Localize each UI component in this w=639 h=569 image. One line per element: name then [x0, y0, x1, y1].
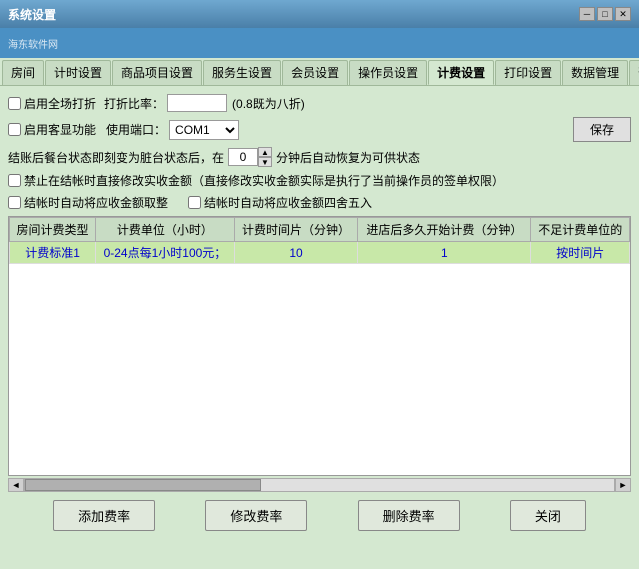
enable-display-label[interactable]: 启用客显功能: [8, 121, 96, 138]
enable-display-checkbox[interactable]: [8, 123, 21, 136]
table-row[interactable]: 计费标准1 0-24点每1小时100元； 10 1 按时间片: [10, 242, 630, 264]
tab-reservation[interactable]: 预订设置: [629, 60, 639, 85]
row-rounding: 结帐时自动将应收金额取整 结帐时自动将应收金额四舍五入: [8, 194, 631, 211]
row-auto-restore: 结账后餐台状态即刻变为脏台状态后，在 ▲ ▼ 分钟后自动恢复为可供状态: [8, 147, 631, 167]
delete-rate-button[interactable]: 删除费率: [358, 500, 460, 531]
tab-data[interactable]: 数据管理: [562, 60, 628, 85]
checkout-label: 结账后餐台状态即刻变为脏台状态后，在: [8, 149, 224, 166]
cell-startdelay: 1: [358, 242, 531, 264]
close-button[interactable]: 关闭: [510, 500, 586, 531]
row-customer-display: 启用客显功能 使用端口： COM1 COM2 COM3 COM4 保存: [8, 117, 631, 142]
spinner-up-button[interactable]: ▲: [258, 147, 272, 157]
spinner-down-button[interactable]: ▼: [258, 157, 272, 167]
edit-rate-button[interactable]: 修改费率: [205, 500, 307, 531]
cell-timeslice: 10: [234, 242, 357, 264]
horizontal-scrollbar[interactable]: [24, 478, 615, 492]
port-select[interactable]: COM1 COM2 COM3 COM4: [169, 120, 239, 140]
tab-operator[interactable]: 操作员设置: [349, 60, 427, 85]
round-receivable-text: 结帐时自动将应收金额取整: [24, 194, 168, 211]
content-area: 启用全场打折 打折比率： (0.8既为八折) 启用客显功能 使用端口： COM1…: [0, 86, 639, 539]
row-prohibit-modify: 禁止在结帐时直接修改实收金额（直接修改实收金额实际是执行了当前操作员的签单权限）: [8, 172, 631, 189]
add-rate-button[interactable]: 添加费率: [53, 500, 155, 531]
checkout-suffix: 分钟后自动恢复为可供状态: [276, 149, 420, 166]
discount-hint: (0.8既为八折): [232, 95, 305, 112]
round-receivable-label[interactable]: 结帐时自动将应收金额取整: [8, 194, 168, 211]
tab-products[interactable]: 商品项目设置: [112, 60, 202, 85]
cell-remainder: 按时间片: [531, 242, 630, 264]
tab-timing[interactable]: 计时设置: [45, 60, 111, 85]
minimize-button[interactable]: ─: [579, 7, 595, 21]
round-receivable-checkbox[interactable]: [8, 196, 21, 209]
tab-print[interactable]: 打印设置: [495, 60, 561, 85]
title-bar: 系统设置 ─ □ ✕: [0, 0, 639, 28]
enable-discount-checkbox[interactable]: [8, 97, 21, 110]
prohibit-modify-label[interactable]: 禁止在结帐时直接修改实收金额（直接修改实收金额实际是执行了当前操作员的签单权限）: [8, 172, 504, 189]
maximize-button[interactable]: □: [597, 7, 613, 21]
discount-rate-input[interactable]: [167, 94, 227, 112]
col-startdelay: 进店后多久开始计费（分钟）: [358, 218, 531, 242]
bottom-buttons: 添加费率 修改费率 删除费率 关闭: [8, 500, 631, 531]
discount-rate-label: 打折比率：: [104, 95, 164, 112]
scrollbar-area: ◄ ►: [8, 478, 631, 492]
spinner-buttons: ▲ ▼: [258, 147, 272, 167]
round-halfup-label[interactable]: 结帐时自动将应收金额四舍五入: [188, 194, 372, 211]
enable-discount-text: 启用全场打折: [24, 95, 96, 112]
enable-display-text: 启用客显功能: [24, 121, 96, 138]
prohibit-modify-text: 禁止在结帐时直接修改实收金额（直接修改实收金额实际是执行了当前操作员的签单权限）: [24, 172, 504, 189]
prohibit-modify-checkbox[interactable]: [8, 174, 21, 187]
scroll-right-button[interactable]: ►: [615, 478, 631, 492]
col-type: 房间计费类型: [10, 218, 96, 242]
round-halfup-text: 结帐时自动将应收金额四舍五入: [204, 194, 372, 211]
tabs-bar: 房间 计时设置 商品项目设置 服务生设置 会员设置 操作员设置 计费设置 打印设…: [0, 58, 639, 86]
billing-table-container: 房间计费类型 计费单位（小时） 计费时间片（分钟） 进店后多久开始计费（分钟） …: [8, 216, 631, 476]
spinner-container: ▲ ▼: [228, 147, 272, 167]
row-discount: 启用全场打折 打折比率： (0.8既为八折): [8, 94, 631, 112]
col-timeslice: 计费时间片（分钟）: [234, 218, 357, 242]
billing-table: 房间计费类型 计费单位（小时） 计费时间片（分钟） 进店后多久开始计费（分钟） …: [9, 217, 630, 264]
tab-billing[interactable]: 计费设置: [428, 60, 494, 85]
cell-unit: 0-24点每1小时100元；: [96, 242, 235, 264]
watermark-text: 海东软件网: [8, 36, 58, 51]
col-unit: 计费单位（小时）: [96, 218, 235, 242]
tab-member[interactable]: 会员设置: [282, 60, 348, 85]
watermark-banner: 海东软件网: [0, 28, 639, 58]
window-title: 系统设置: [8, 6, 56, 23]
tab-room[interactable]: 房间: [2, 60, 44, 85]
scroll-left-button[interactable]: ◄: [8, 478, 24, 492]
close-button[interactable]: ✕: [615, 7, 631, 21]
round-halfup-checkbox[interactable]: [188, 196, 201, 209]
col-remainder: 不足计费单位的: [531, 218, 630, 242]
cell-type: 计费标准1: [10, 242, 96, 264]
save-button[interactable]: 保存: [573, 117, 631, 142]
port-label: 使用端口：: [106, 121, 166, 138]
window-controls: ─ □ ✕: [579, 7, 631, 21]
spinner-input[interactable]: [228, 148, 258, 166]
tab-waiter[interactable]: 服务生设置: [203, 60, 281, 85]
enable-discount-label[interactable]: 启用全场打折: [8, 95, 96, 112]
table-header-row: 房间计费类型 计费单位（小时） 计费时间片（分钟） 进店后多久开始计费（分钟） …: [10, 218, 630, 242]
